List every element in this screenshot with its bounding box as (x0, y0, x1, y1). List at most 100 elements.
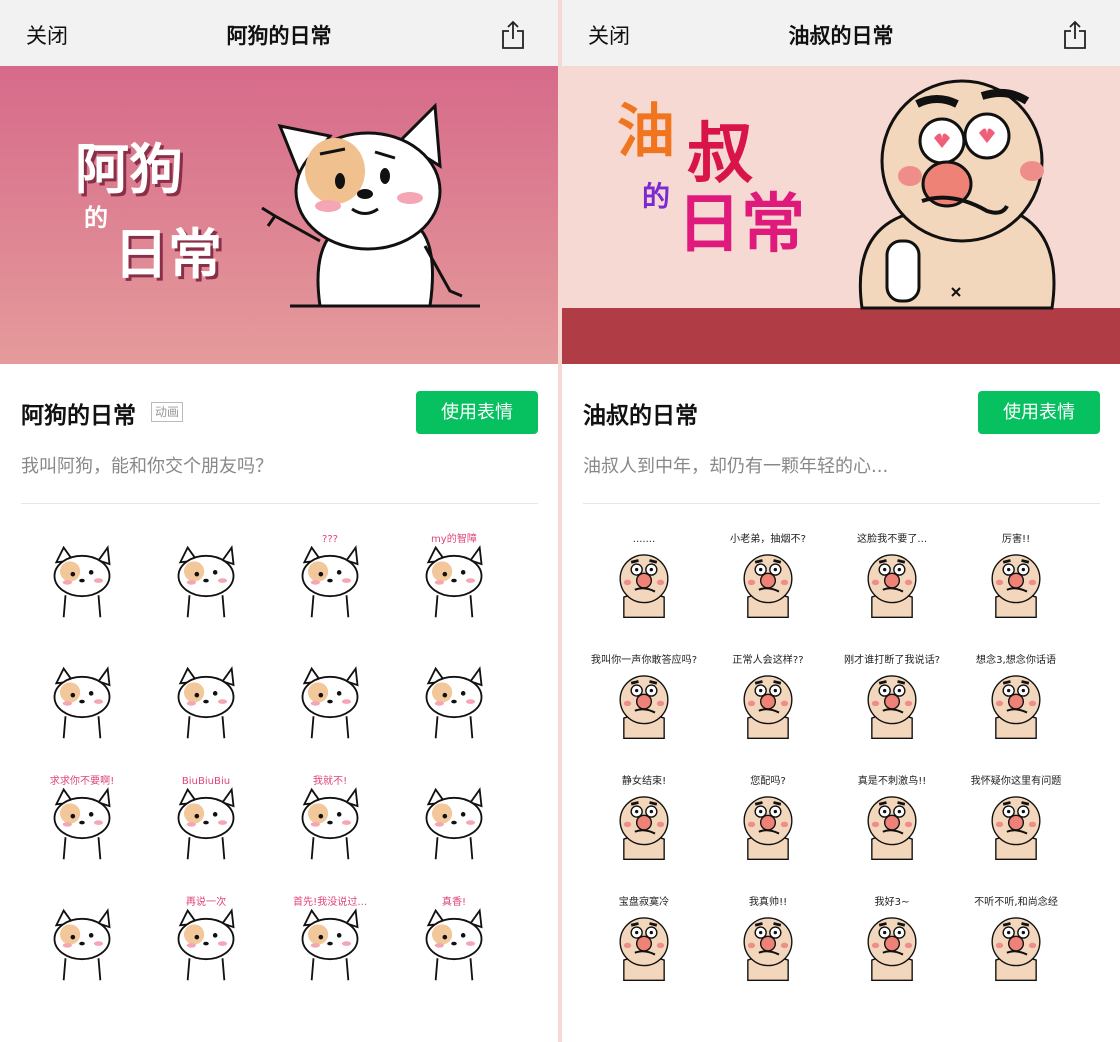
sticker-caption: 求求你不要啊! (50, 774, 115, 787)
left-sticker-screen: 关闭 阿狗的日常 阿狗 阿狗 的 日常 日常 阿狗的日常 动画 使用表情 我叫阿… (0, 0, 558, 1042)
sticker-item[interactable] (399, 763, 509, 873)
sticker-item[interactable]: 刚才谁打断了我说话? (837, 642, 947, 752)
sticker-item[interactable]: 真香! (399, 884, 509, 994)
sticker-image: 再说一次 (177, 895, 235, 981)
sticker-caption: 真是不刺激鸟!! (858, 774, 927, 787)
sticker-caption: 我真帅!! (749, 895, 787, 908)
animated-badge: 动画 (151, 402, 184, 422)
sticker-item[interactable] (399, 642, 509, 752)
sticker-caption: 正常人会这样?? (732, 653, 803, 666)
sticker-image: 真香! (425, 895, 483, 981)
sticker-item[interactable]: 我好3~ (837, 884, 947, 994)
sticker-image (53, 908, 111, 981)
sticker-item[interactable]: ??? (275, 521, 385, 631)
sticker-caption: 再说一次 (186, 895, 226, 908)
dog-mascot-illustration (261, 102, 480, 308)
sticker-item[interactable]: 再说一次 (151, 884, 261, 994)
banner-title-line2: 日常 (677, 188, 805, 262)
sticker-item[interactable]: 我真帅!! (713, 884, 823, 994)
sticker-caption: 我就不! (313, 774, 347, 787)
sticker-caption: 我叫你一声你敢答应吗? (591, 653, 697, 666)
page-title: 阿狗的日常 (226, 24, 332, 48)
sticker-banner: 阿狗 阿狗 的 日常 日常 (0, 66, 558, 364)
sticker-item[interactable]: 我怀疑你这里有问题 (961, 763, 1071, 873)
sticker-caption: 想念3,想念你话语 (976, 653, 1056, 666)
banner-title-de: 的 (84, 204, 108, 232)
sticker-item[interactable]: 小老弟，抽烟不? (713, 521, 823, 631)
banner-title-char1: 油 (617, 97, 675, 165)
sticker-item[interactable] (27, 521, 137, 631)
sticker-image (177, 545, 235, 618)
pack-name: 油叔的日常 (583, 403, 698, 429)
sticker-item[interactable] (151, 642, 261, 752)
sticker-item[interactable]: 我叫你一声你敢答应吗? (589, 642, 699, 752)
share-icon[interactable] (500, 20, 526, 50)
nav-bar: 关闭 油叔的日常 (562, 0, 1120, 66)
sticker-image: 真是不刺激鸟!! (858, 774, 927, 860)
sticker-item[interactable]: 这脸我不要了... (837, 521, 947, 631)
sticker-image: 我真帅!! (743, 895, 793, 981)
sticker-item[interactable]: 真是不刺激鸟!! (837, 763, 947, 873)
sticker-image (53, 545, 111, 618)
banner-title-de: 的 (642, 180, 670, 213)
sticker-item[interactable]: 您配吗? (713, 763, 823, 873)
sticker-item[interactable]: 宝盘寂寞冷 (589, 884, 699, 994)
sticker-caption: 这脸我不要了... (857, 532, 927, 545)
sticker-item[interactable]: my的智障 (399, 521, 509, 631)
sticker-item[interactable]: BiuBiuBiu (151, 763, 261, 873)
pack-description: 油叔人到中年，却仍有一颗年轻的心... (583, 456, 889, 477)
sticker-item[interactable] (27, 884, 137, 994)
sticker-caption: 首先!我没说过... (293, 895, 367, 908)
sticker-image: 我就不! (301, 774, 359, 860)
sticker-image: 静女结束! (619, 774, 669, 860)
sticker-item[interactable]: 首先!我没说过... (275, 884, 385, 994)
sticker-image: BiuBiuBiu (177, 776, 235, 860)
sticker-image (301, 666, 359, 739)
sticker-banner: 油 叔 的 日常 (562, 66, 1120, 364)
sticker-item[interactable] (275, 642, 385, 752)
sticker-image: 我怀疑你这里有问题 (971, 774, 1062, 860)
uncle-mascot-illustration (858, 79, 1056, 310)
sticker-caption: 您配吗? (750, 774, 786, 787)
use-sticker-button[interactable]: 使用表情 (416, 391, 538, 434)
sticker-caption: 静女结束! (622, 774, 666, 787)
sticker-item[interactable]: 我就不! (275, 763, 385, 873)
right-sticker-screen: 关闭 油叔的日常 油 叔 的 日常 油叔的日常 使用表情 油叔人到中年，却仍有一… (562, 0, 1120, 1042)
sticker-image: ??? (301, 534, 359, 618)
sticker-item[interactable]: 求求你不要啊! (27, 763, 137, 873)
sticker-item[interactable]: 厉害!! (961, 521, 1071, 631)
sticker-item[interactable] (27, 642, 137, 752)
sticker-caption: 小老弟，抽烟不? (730, 532, 806, 545)
sticker-image: 您配吗? (743, 774, 793, 860)
sticker-item[interactable]: 正常人会这样?? (713, 642, 823, 752)
banner-title-char2: 叔 (687, 115, 753, 192)
banner-title-line2-front: 日常 (114, 223, 222, 286)
sticker-caption: ....... (633, 534, 655, 545)
divider (583, 503, 1100, 504)
sticker-image: 这脸我不要了... (857, 532, 927, 618)
sticker-image: 我叫你一声你敢答应吗? (591, 653, 697, 739)
banner-title-line1-front: 阿狗 (75, 138, 183, 201)
sticker-item[interactable]: 想念3,想念你话语 (961, 642, 1071, 752)
sticker-caption: 我好3~ (874, 896, 909, 908)
sticker-caption: BiuBiuBiu (182, 776, 230, 787)
sticker-image (425, 666, 483, 739)
sticker-item[interactable]: ....... (589, 521, 699, 631)
sticker-image: 宝盘寂寞冷 (619, 895, 669, 981)
sticker-caption: 我怀疑你这里有问题 (971, 774, 1062, 787)
sticker-image: 厉害!! (991, 532, 1041, 618)
sticker-item[interactable]: 静女结束! (589, 763, 699, 873)
pack-description: 我叫阿狗，能和你交个朋友吗？ (21, 456, 273, 477)
pack-name: 阿狗的日常 (21, 403, 136, 429)
share-icon[interactable] (1062, 20, 1088, 50)
sticker-caption: 不听不听,和尚念经 (974, 895, 1058, 908)
sticker-image: 求求你不要啊! (50, 774, 115, 860)
sticker-caption: 真香! (442, 895, 466, 908)
sticker-image: 想念3,想念你话语 (976, 653, 1056, 739)
divider (21, 503, 538, 504)
sticker-item[interactable]: 不听不听,和尚念经 (961, 884, 1071, 994)
use-sticker-button[interactable]: 使用表情 (978, 391, 1100, 434)
sticker-caption: 宝盘寂寞冷 (619, 895, 669, 908)
sticker-caption: 刚才谁打断了我说话? (844, 653, 940, 666)
sticker-item[interactable] (151, 521, 261, 631)
